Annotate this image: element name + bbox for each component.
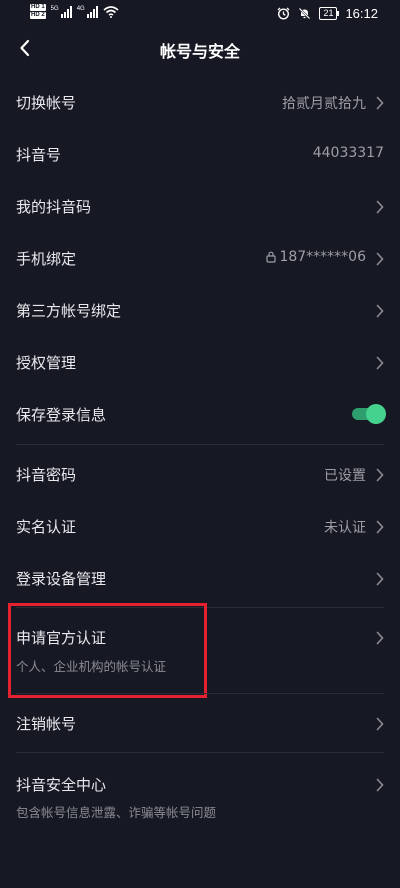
section-divider (16, 444, 384, 445)
phone-binding-value: 187******06 (279, 249, 366, 265)
chevron-right-icon (376, 468, 384, 482)
chevron-right-icon (376, 356, 384, 370)
signal-icon-2: 4G (76, 5, 98, 18)
row-realname[interactable]: 实名认证 未认证 (0, 506, 400, 548)
security-center-label: 抖音安全中心 (16, 776, 107, 794)
row-security-center[interactable]: 抖音安全中心 包含帐号信息泄露、诈骗等帐号问题 (0, 764, 400, 836)
save-login-toggle[interactable] (352, 404, 386, 424)
section-divider (16, 693, 384, 694)
wifi-icon (103, 5, 119, 18)
chevron-right-icon (376, 200, 384, 214)
mute-icon (299, 7, 311, 20)
battery-icon: 21 (319, 7, 340, 20)
realname-value: 未认证 (324, 520, 366, 536)
chevron-right-icon (376, 717, 384, 731)
status-bar: HD 1 HD 2 5G 4G 21 16:12 (0, 0, 400, 30)
hd2-label: HD 2 (30, 12, 46, 19)
my-qr-label: 我的抖音码 (16, 198, 92, 216)
row-device-manage[interactable]: 登录设备管理 (0, 558, 400, 600)
chevron-right-icon (376, 778, 384, 792)
net1-label: 5G (50, 5, 59, 12)
row-password[interactable]: 抖音密码 已设置 (0, 454, 400, 496)
auth-manage-label: 授权管理 (16, 354, 77, 372)
phone-binding-label: 手机绑定 (16, 250, 77, 268)
row-third-party-binding[interactable]: 第三方帐号绑定 (0, 290, 400, 332)
save-login-label: 保存登录信息 (16, 406, 107, 424)
row-save-login: 保存登录信息 (0, 394, 400, 436)
realname-label: 实名认证 (16, 518, 77, 536)
password-value: 已设置 (324, 468, 366, 484)
row-douyin-id: 抖音号 44033317 (0, 134, 400, 176)
row-switch-account[interactable]: 切换帐号 拾贰月贰拾九 (0, 82, 400, 124)
clock: 16:12 (345, 6, 378, 21)
toggle-knob (366, 404, 386, 424)
hd-indicator: HD 1 HD 2 (30, 4, 46, 19)
section-divider (16, 752, 384, 753)
chevron-right-icon (376, 96, 384, 110)
row-phone-binding[interactable]: 手机绑定 187******06 (0, 238, 400, 280)
deactivate-label: 注销帐号 (16, 715, 77, 733)
row-my-qr[interactable]: 我的抖音码 (0, 186, 400, 228)
top-bar: 帐号与安全 (0, 30, 400, 66)
switch-account-label: 切换帐号 (16, 94, 77, 112)
row-deactivate[interactable]: 注销帐号 (0, 703, 400, 745)
page-title: 帐号与安全 (159, 42, 240, 61)
chevron-right-icon (376, 572, 384, 586)
row-auth-manage[interactable]: 授权管理 (0, 342, 400, 384)
security-center-sub: 包含帐号信息泄露、诈骗等帐号问题 (16, 805, 217, 820)
alarm-icon (277, 7, 290, 20)
douyin-id-label: 抖音号 (16, 146, 62, 164)
lock-icon (266, 251, 277, 263)
net2-label: 4G (76, 5, 85, 12)
switch-account-value: 拾贰月贰拾九 (282, 96, 366, 112)
chevron-right-icon (376, 252, 384, 266)
third-party-label: 第三方帐号绑定 (16, 302, 122, 320)
hd1-label: HD 1 (30, 4, 46, 11)
douyin-id-value: 44033317 (312, 145, 384, 161)
password-label: 抖音密码 (16, 466, 77, 484)
highlight-box (8, 603, 207, 698)
chevron-right-icon (376, 520, 384, 534)
device-manage-label: 登录设备管理 (16, 570, 107, 588)
chevron-right-icon (376, 304, 384, 318)
phone-binding-value-wrap: 187******06 (266, 249, 366, 265)
signal-icon: 5G (50, 5, 72, 18)
chevron-right-icon (376, 631, 384, 645)
